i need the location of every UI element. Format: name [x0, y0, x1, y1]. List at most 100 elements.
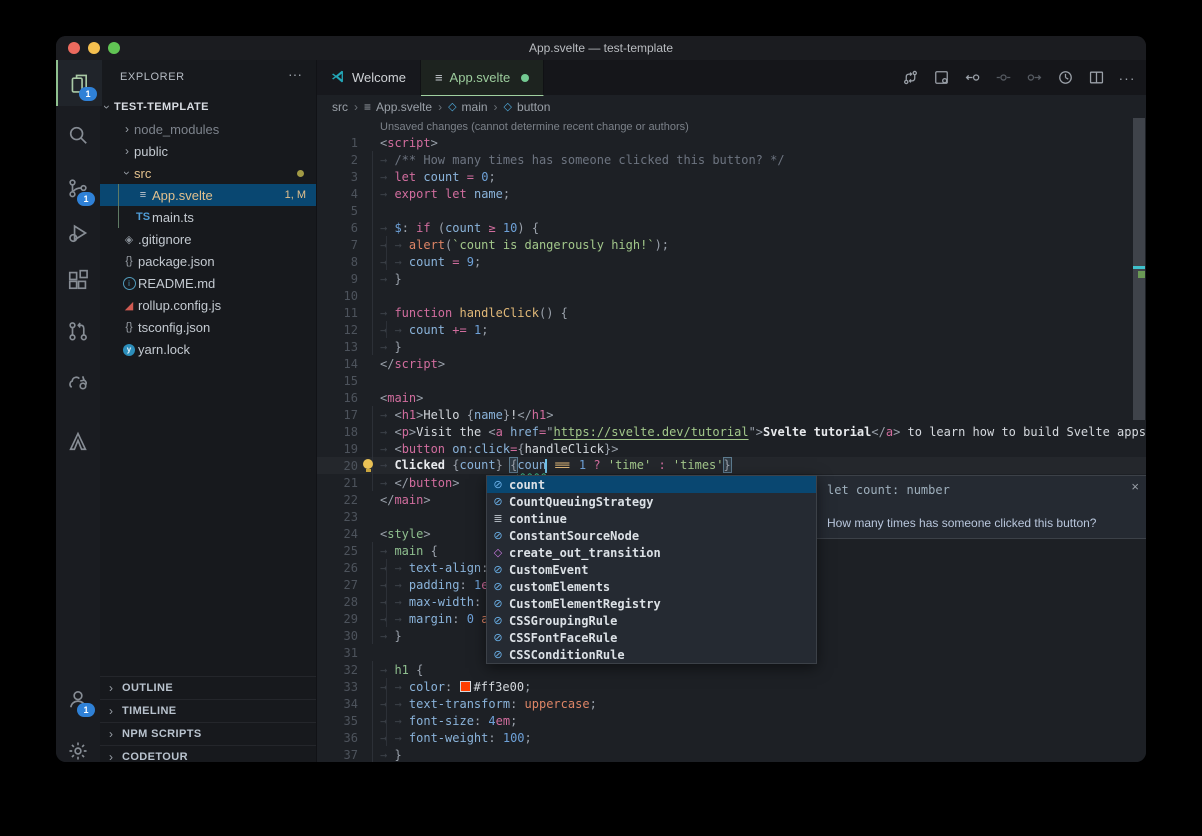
code-line-1[interactable]: 1<script> — [316, 134, 1146, 151]
activity-source-control-icon[interactable]: 1 — [56, 165, 100, 211]
code-editor[interactable]: Unsaved changes (cannot determine recent… — [316, 118, 1146, 762]
section-label: CODETOUR — [122, 751, 188, 762]
suggest-item-CSSFontFaceRule[interactable]: ⊘CSSFontFaceRule — [487, 629, 816, 646]
breadcrumb-item-src[interactable]: src — [332, 100, 348, 114]
line-number: 20 — [316, 459, 358, 473]
source-control-compare-icon[interactable] — [899, 67, 921, 89]
code-line-35[interactable]: 35→ → font-size: 4em; — [316, 712, 1146, 729]
code-line-13[interactable]: 13→ } — [316, 338, 1146, 355]
activity-extensions-icon[interactable] — [56, 257, 100, 303]
code-line-36[interactable]: 36→ → font-weight: 100; — [316, 729, 1146, 746]
tree-item-rollup.config.js[interactable]: ◢rollup.config.js — [100, 294, 316, 316]
code-line-15[interactable]: 15 — [316, 372, 1146, 389]
code-line-10[interactable]: 10 — [316, 287, 1146, 304]
suggest-item-CSSGroupingRule[interactable]: ⊘CSSGroupingRule — [487, 612, 816, 629]
code-line-18[interactable]: 18→ <p>Visit the <a href="https://svelte… — [316, 423, 1146, 440]
tree-item-README.md[interactable]: iREADME.md — [100, 272, 316, 294]
suggest-item-CountQueuingStrategy[interactable]: ⊘CountQueuingStrategy — [487, 493, 816, 510]
code-line-20[interactable]: 20→ Clicked {count} {coun ≡ 1 ? 'time' :… — [316, 457, 1146, 474]
tree-item-main.ts[interactable]: TSmain.ts — [100, 206, 316, 228]
suggest-item-CustomEvent[interactable]: ⊘CustomEvent — [487, 561, 816, 578]
suggestion-signature: let count: number — [827, 483, 950, 497]
next-change-icon[interactable] — [1023, 67, 1045, 89]
code-line-6[interactable]: 6→ $: if (count ≥ 10) { — [316, 219, 1146, 236]
code-line-3[interactable]: 3→ let count = 0; — [316, 168, 1146, 185]
sidebar-section-npm-scripts[interactable]: ›NPM SCRIPTS — [100, 722, 316, 745]
lightbulb-icon[interactable] — [362, 459, 374, 473]
code-line-37[interactable]: 37→ } — [316, 746, 1146, 762]
sidebar-section-timeline[interactable]: ›TIMELINE — [100, 699, 316, 722]
code-line-17[interactable]: 17→ <h1>Hello {name}!</h1> — [316, 406, 1146, 423]
code-line-16[interactable]: 16<main> — [316, 389, 1146, 406]
split-editor-icon[interactable] — [1085, 67, 1107, 89]
close-icon[interactable]: × — [1131, 479, 1139, 494]
breadcrumb-label: src — [332, 100, 348, 114]
suggest-item-CustomElementRegistry[interactable]: ⊘CustomElementRegistry — [487, 595, 816, 612]
suggest-item-customElements[interactable]: ⊘customElements — [487, 578, 816, 595]
code-line-19[interactable]: 19→ <button on:click={handleClick}> — [316, 440, 1146, 457]
activity-explorer-icon[interactable]: 1 — [56, 60, 102, 106]
code-line-2[interactable]: 2→ /** How many times has someone clicke… — [316, 151, 1146, 168]
suggest-item-label: CSSConditionRule — [509, 648, 625, 662]
sidebar-more-actions-icon[interactable]: ··· — [288, 66, 302, 82]
tree-item-.gitignore[interactable]: ◈.gitignore — [100, 228, 316, 250]
tree-item-node_modules[interactable]: ›node_modules — [100, 118, 316, 140]
previous-change-icon[interactable] — [992, 67, 1014, 89]
field-icon: ⊘ — [487, 529, 509, 542]
navigate-back-icon[interactable] — [961, 67, 983, 89]
activity-live-share-icon[interactable] — [56, 358, 100, 404]
explorer-sidebar: EXPLORER ··· ›TEST-TEMPLATE›node_modules… — [100, 60, 316, 762]
code-line-9[interactable]: 9→ } — [316, 270, 1146, 287]
codelens-annotation[interactable]: Unsaved changes (cannot determine recent… — [380, 121, 689, 133]
tree-item-label: .gitignore — [138, 232, 316, 247]
window-title: App.svelte — test-template — [56, 36, 1146, 60]
sidebar-section-codetour[interactable]: ›CODETOUR — [100, 745, 316, 762]
suggest-item-count[interactable]: ⊘count — [487, 476, 816, 493]
open-changes-icon[interactable] — [930, 67, 952, 89]
tree-item-public[interactable]: ›public — [100, 140, 316, 162]
tab-app-svelte[interactable]: ≡App.svelte — [421, 60, 544, 96]
tab-welcome[interactable]: Welcome — [316, 60, 421, 95]
code-text: <main> — [358, 391, 423, 405]
tree-item-tsconfig.json[interactable]: {}tsconfig.json — [100, 316, 316, 338]
tree-item-package.json[interactable]: {}package.json — [100, 250, 316, 272]
tree-item-src[interactable]: ›src — [100, 162, 316, 184]
indent-guide — [372, 406, 373, 491]
activity-github-pull-requests-icon[interactable] — [56, 308, 100, 354]
line-number: 23 — [316, 510, 358, 524]
code-line-4[interactable]: 4→ export let name; — [316, 185, 1146, 202]
tree-item-yarn.lock[interactable]: yyarn.lock — [100, 338, 316, 360]
breadcrumb-item-main[interactable]: ◇main — [448, 100, 487, 114]
tree-root-TEST-TEMPLATE[interactable]: ›TEST-TEMPLATE — [100, 96, 316, 118]
activity-settings-gear-icon[interactable] — [56, 728, 100, 762]
code-line-12[interactable]: 12→ → count += 1; — [316, 321, 1146, 338]
code-text: → <p>Visit the <a href="https://svelte.d… — [358, 425, 1146, 439]
activity-accounts-icon[interactable]: 1 — [56, 676, 100, 722]
editor-scrollbar[interactable] — [1132, 118, 1146, 762]
code-line-7[interactable]: 7→ → alert(`count is dangerously high!`)… — [316, 236, 1146, 253]
sidebar-section-outline[interactable]: ›OUTLINE — [100, 676, 316, 699]
run-history-icon[interactable] — [1054, 67, 1076, 89]
suggest-item-ConstantSourceNode[interactable]: ⊘ConstantSourceNode — [487, 527, 816, 544]
code-line-34[interactable]: 34→ → text-transform: uppercase; — [316, 695, 1146, 712]
code-line-11[interactable]: 11→ function handleClick() { — [316, 304, 1146, 321]
tree-item-App.svelte[interactable]: ≡App.svelte1, M — [100, 184, 316, 206]
line-number: 33 — [316, 680, 358, 694]
code-line-8[interactable]: 8→ → count = 9; — [316, 253, 1146, 270]
code-text: → Clicked {count} {coun ≡ 1 ? 'time' : '… — [358, 458, 731, 473]
activity-search-icon[interactable] — [56, 112, 100, 158]
suggest-item-CSSConditionRule[interactable]: ⊘CSSConditionRule — [487, 646, 816, 663]
code-line-14[interactable]: 14</script> — [316, 355, 1146, 372]
line-number: 2 — [316, 153, 358, 167]
line-number: 6 — [316, 221, 358, 235]
activity-run-and-debug-icon[interactable] — [56, 210, 100, 256]
more-actions-icon[interactable]: ··· — [1116, 67, 1138, 89]
code-line-33[interactable]: 33→ → color: #ff3e00; — [316, 678, 1146, 695]
code-line-5[interactable]: 5 — [316, 202, 1146, 219]
breadcrumb-item-button[interactable]: ◇button — [504, 100, 551, 114]
scrollbar-thumb[interactable] — [1133, 118, 1145, 420]
breadcrumb-item-app-svelte[interactable]: ≡App.svelte — [364, 100, 432, 114]
suggest-item-continue[interactable]: ≣continue — [487, 510, 816, 527]
activity-azure-icon[interactable] — [56, 418, 100, 464]
suggest-item-create_out_transition[interactable]: ◇create_out_transition — [487, 544, 816, 561]
